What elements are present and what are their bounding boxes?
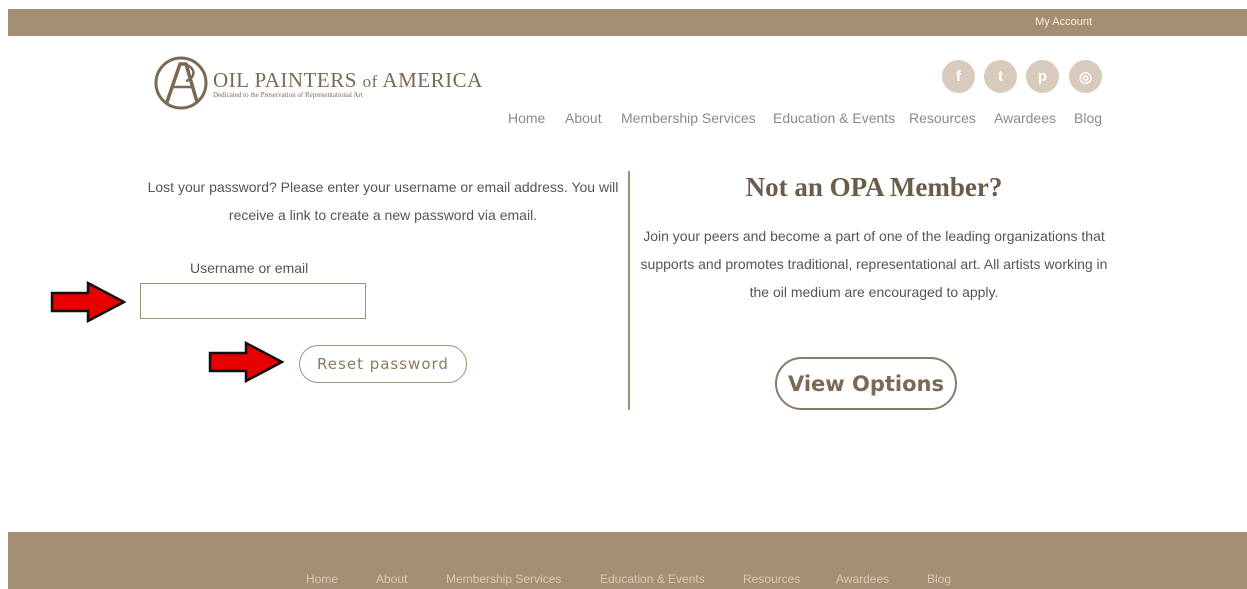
reset-password-button[interactable]: Reset password [299, 345, 467, 383]
red-right-arrow-icon [50, 281, 126, 323]
logo-title-oil: OIL [213, 67, 249, 92]
logo-title-america: AMERICA [382, 67, 483, 92]
instagram-icon[interactable]: ◎ [1069, 60, 1102, 93]
my-account-link[interactable]: My Account [1035, 16, 1092, 28]
top-bar: My Account [8, 9, 1247, 36]
nav-education-events[interactable]: Education & Events [773, 110, 895, 126]
username-label: Username or email [190, 260, 309, 276]
nav-about[interactable]: About [565, 110, 602, 126]
logo-title: OIL PAINTERS of AMERICA [213, 68, 483, 93]
footer-nav-blog[interactable]: Blog [927, 572, 951, 586]
logo-title-painters: PAINTERS [254, 67, 357, 92]
nav-resources[interactable]: Resources [909, 110, 976, 126]
site-logo[interactable]: OIL PAINTERS of AMERICA Dedicated to the… [153, 55, 483, 111]
opa-monogram-icon [154, 56, 208, 110]
view-options-button[interactable]: View Options [775, 357, 957, 410]
footer-nav-membership-services[interactable]: Membership Services [446, 572, 561, 586]
footer-nav-awardees[interactable]: Awardees [836, 572, 889, 586]
promo-title: Not an OPA Member? [745, 172, 1003, 202]
reset-instructions: Lost your password? Please enter your us… [147, 179, 619, 223]
promo-text: Join your peers and become a part of one… [640, 228, 1108, 300]
logo-title-of: of [362, 71, 378, 91]
footer-nav-resources[interactable]: Resources [743, 572, 800, 586]
facebook-icon[interactable]: f [942, 60, 975, 93]
footer-nav-home[interactable]: Home [306, 572, 338, 586]
red-right-arrow-icon [208, 341, 284, 383]
twitter-icon[interactable]: t [984, 60, 1017, 93]
username-input[interactable] [140, 283, 366, 319]
nav-blog[interactable]: Blog [1074, 110, 1102, 126]
nav-awardees[interactable]: Awardees [994, 110, 1056, 126]
footer-nav-about[interactable]: About [376, 572, 407, 586]
footer-nav-education-events[interactable]: Education & Events [600, 572, 705, 586]
vertical-divider [628, 171, 630, 410]
logo-text: OIL PAINTERS of AMERICA Dedicated to the… [213, 68, 483, 99]
nav-membership-services[interactable]: Membership Services [621, 110, 756, 126]
nav-home[interactable]: Home [508, 110, 545, 126]
pinterest-icon[interactable]: p [1026, 60, 1059, 93]
